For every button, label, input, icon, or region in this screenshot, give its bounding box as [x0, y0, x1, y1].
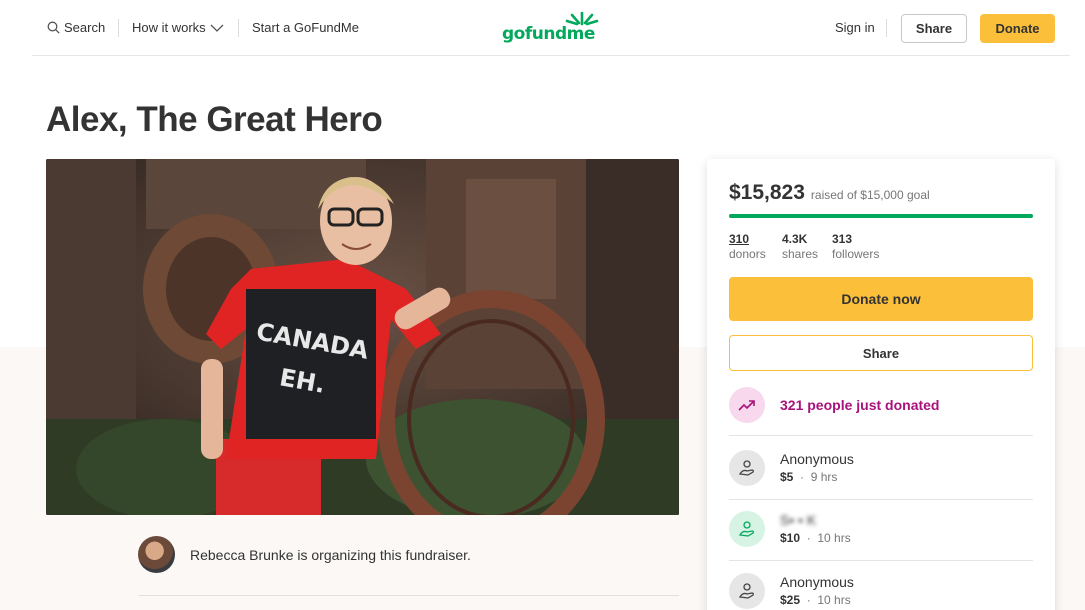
donor-avatar	[729, 511, 765, 547]
donation-card: $15,823 raised of $15,000 goal 310 donor…	[707, 159, 1055, 610]
donor-hand-heart-icon	[738, 460, 754, 476]
stat-shares: 4.3K shares	[782, 232, 818, 262]
donor-hand-heart-icon	[738, 583, 754, 599]
organizer-row: Rebecca Brunke is organizing this fundra…	[138, 536, 471, 573]
nav-divider	[238, 19, 239, 37]
nav-divider	[118, 19, 119, 37]
search-icon	[47, 21, 60, 34]
donor-avatar	[729, 450, 765, 486]
chevron-down-icon	[210, 24, 224, 32]
stat-followers-label: followers	[832, 247, 880, 261]
donation-item: Anonymous $5 · 9 hrs	[729, 450, 854, 486]
content-divider	[138, 595, 679, 596]
start-gofundme-label: Start a GoFundMe	[252, 20, 359, 35]
donation-amount: $5	[780, 470, 794, 484]
donation-time: 9 hrs	[810, 470, 838, 484]
logo-text: gofundme	[502, 24, 595, 44]
amount-row: $15,823 raised of $15,000 goal	[729, 181, 930, 205]
search-label: Search	[64, 20, 106, 35]
stat-followers-value: 313	[832, 232, 853, 246]
donation-item: Anonymous $25 · 10 hrs	[729, 573, 854, 609]
donor-avatar	[729, 573, 765, 609]
amount-raised: $15,823	[729, 181, 805, 204]
trend-circle	[729, 387, 765, 423]
organizer-avatar[interactable]	[138, 536, 175, 573]
top-nav: Search How it works Start a GoFundMe gof…	[32, 0, 1070, 56]
card-share-button[interactable]: Share	[729, 335, 1033, 371]
donor-name: Anonymous	[780, 451, 854, 467]
sign-in-link[interactable]: Sign in	[835, 20, 875, 35]
how-it-works-menu[interactable]: How it works	[132, 20, 224, 35]
donor-name: S• • K	[780, 512, 817, 528]
search-link[interactable]: Search	[47, 20, 105, 35]
hero-illustration: CANADA EH.	[46, 159, 679, 515]
campaign-title: Alex, The Great Hero	[46, 100, 383, 139]
donation-amount: $25	[780, 593, 801, 607]
recent-donations-banner: 321 people just donated	[729, 387, 939, 423]
campaign-hero-image: CANADA EH.	[46, 159, 679, 515]
stat-donors-value: 310	[729, 232, 750, 246]
donation-item: S• • K $10 · 10 hrs	[729, 511, 851, 547]
goal-text: raised of $15,000 goal	[810, 188, 930, 202]
trending-up-icon	[738, 400, 755, 411]
donation-time: 10 hrs	[817, 531, 851, 545]
header-share-button[interactable]: Share	[901, 14, 967, 43]
card-divider	[729, 499, 1033, 500]
stat-donors-label: donors	[729, 247, 766, 261]
trend-text: 321 people just donated	[780, 397, 940, 413]
logo-sprout-icon	[565, 11, 599, 26]
sign-in-label: Sign in	[835, 20, 875, 35]
card-divider	[729, 435, 1033, 436]
donation-amount: $10	[780, 531, 801, 545]
stat-donors[interactable]: 310 donors	[729, 232, 766, 262]
progress-bar	[729, 214, 1033, 218]
donor-name: Anonymous	[780, 574, 854, 590]
organizer-text: Rebecca Brunke is organizing this fundra…	[190, 546, 471, 563]
donation-time: 10 hrs	[817, 593, 851, 607]
stat-shares-label: shares	[782, 247, 819, 261]
how-it-works-label: How it works	[132, 20, 206, 35]
card-divider	[729, 560, 1033, 561]
donate-now-button[interactable]: Donate now	[729, 277, 1033, 321]
stat-followers: 313 followers	[832, 232, 879, 262]
header-donate-button[interactable]: Donate	[980, 14, 1055, 43]
nav-divider	[886, 19, 887, 37]
donor-hand-heart-icon	[738, 521, 754, 537]
progress-fill	[729, 214, 1033, 218]
start-gofundme-link[interactable]: Start a GoFundMe	[252, 20, 359, 35]
gofundme-logo[interactable]: gofundme	[502, 11, 599, 44]
stat-shares-value: 4.3K	[782, 232, 808, 246]
